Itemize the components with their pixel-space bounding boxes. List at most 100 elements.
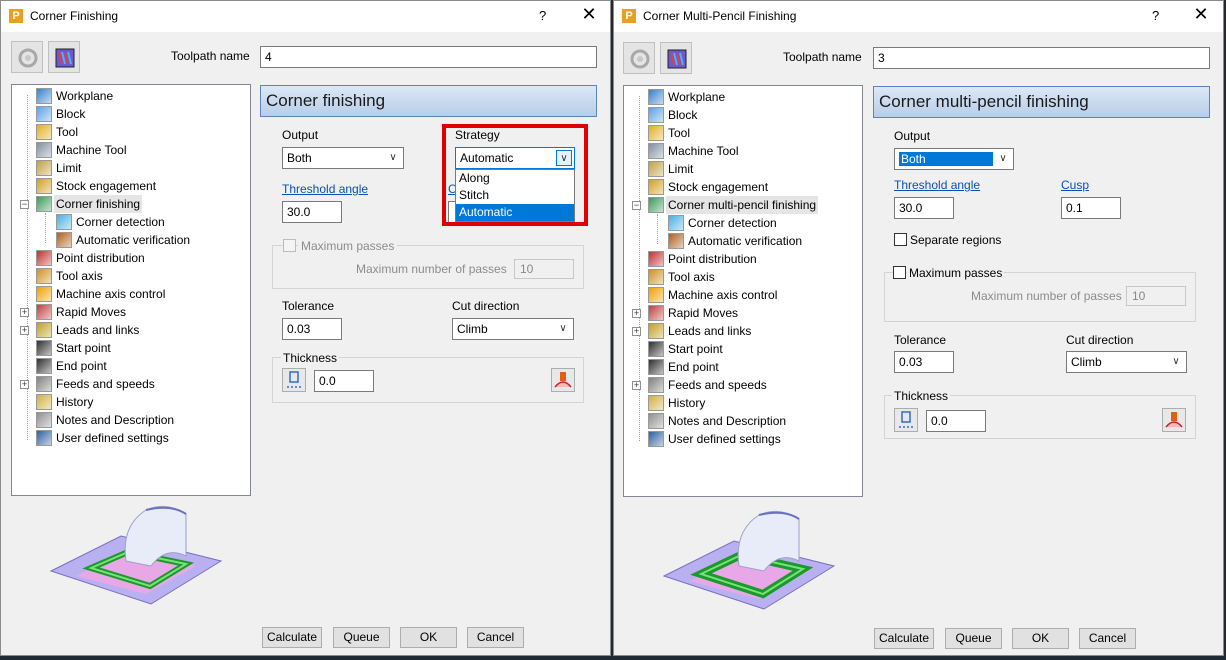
tree-item-start-point[interactable]: Start point [54,339,113,357]
threshold-angle-input[interactable]: 30.0 [894,197,954,219]
calculate-button[interactable]: Calculate [262,627,322,648]
tree-item-corner-detection[interactable]: Corner detection [74,213,167,231]
maximum-passes-checkbox[interactable] [893,266,906,279]
cusp-input[interactable]: 0.1 [1061,197,1121,219]
machine-tool-icon [36,142,52,158]
tree-item-user-settings[interactable]: User defined settings [54,429,171,447]
tree-item-notes[interactable]: Notes and Description [54,411,176,429]
tree-item-tool-axis[interactable]: Tool axis [666,268,717,286]
thickness-input[interactable]: 0.0 [926,410,986,432]
tree-item-feeds-speeds[interactable]: Feeds and speeds [54,375,157,393]
tree-item-feeds-speeds[interactable]: Feeds and speeds [666,376,769,394]
queue-button[interactable]: Queue [333,627,390,648]
feeds-speeds-icon [36,376,52,392]
threshold-angle-input[interactable]: 30.0 [282,201,342,223]
toolpath-preview-button[interactable] [48,41,80,73]
tree-expander-icon[interactable]: + [632,327,641,336]
cancel-button[interactable]: Cancel [467,627,524,648]
maximum-passes-checkbox[interactable] [283,239,296,252]
tree-item-corner-finishing[interactable]: Corner finishing [54,195,143,213]
tree-item-notes[interactable]: Notes and Description [666,412,788,430]
tree-item-machine-axis[interactable]: Machine axis control [54,285,167,303]
cut-direction-select[interactable]: Climb ∨ [1066,351,1187,373]
toolpath-name-input[interactable]: 4 [260,46,597,68]
ok-button[interactable]: OK [400,627,457,648]
help-button[interactable]: ? [539,8,546,23]
output-select[interactable]: Both ∨ [894,148,1014,170]
toolpath-strategy-button[interactable] [11,41,43,73]
thickness-label: Thickness [892,389,951,403]
rapid-moves-icon [36,304,52,320]
thickness-input[interactable]: 0.0 [314,370,374,392]
close-button[interactable]: ✕ [1190,4,1212,25]
tolerance-input[interactable]: 0.03 [894,351,954,373]
ok-button[interactable]: OK [1012,628,1069,649]
max-number-passes-label: Maximum number of passes [356,262,507,276]
tree-item-point-distribution[interactable]: Point distribution [666,250,759,268]
tree-item-user-settings[interactable]: User defined settings [666,430,783,448]
machine-axis-icon [36,286,52,302]
tree-item-tool[interactable]: Tool [54,123,80,141]
max-number-passes-input[interactable]: 10 [1126,286,1186,306]
tree-expander-icon[interactable]: + [632,381,641,390]
calculate-button[interactable]: Calculate [874,628,934,649]
tree-item-verification[interactable]: Automatic verification [686,232,804,250]
component-thickness-button[interactable] [551,368,575,392]
tree-item-leads-links[interactable]: Leads and links [54,321,141,339]
tree-item-block[interactable]: Block [54,105,87,123]
tree-item-machine-axis[interactable]: Machine axis control [666,286,779,304]
tree-item-corner-detection[interactable]: Corner detection [686,214,779,232]
toolpath-preview-button[interactable] [660,42,692,74]
cusp-link[interactable]: Cusp [1061,178,1089,192]
tree-item-stock-engagement[interactable]: Stock engagement [54,177,158,195]
component-thickness-button[interactable] [1162,408,1186,432]
tree-item-machine-tool[interactable]: Machine Tool [666,142,741,160]
tree-item-point-distribution[interactable]: Point distribution [54,249,147,267]
corner-finishing-dialog: P Corner Finishing ? ✕ Toolpath name 4 W… [0,0,611,656]
tree-expander-icon[interactable]: + [20,308,29,317]
tree-item-verification[interactable]: Automatic verification [74,231,192,249]
threshold-angle-link[interactable]: Threshold angle [282,182,368,196]
tree-item-end-point[interactable]: End point [666,358,721,376]
tree-expander-icon[interactable]: − [20,200,29,209]
tree-item-leads-links[interactable]: Leads and links [666,322,753,340]
section-header: Corner finishing [260,85,597,117]
tree-item-rapid-moves[interactable]: Rapid Moves [54,303,128,321]
tree-item-start-point[interactable]: Start point [666,340,725,358]
tree-expander-icon[interactable]: − [632,201,641,210]
separate-regions-checkbox[interactable] [894,233,907,246]
cut-direction-select[interactable]: Climb ∨ [452,318,574,340]
tree-item-history[interactable]: History [666,394,707,412]
tolerance-input[interactable]: 0.03 [282,318,342,340]
tree-expander-icon[interactable]: + [20,380,29,389]
close-button[interactable]: ✕ [578,4,600,25]
tree-item-limit[interactable]: Limit [666,160,695,178]
thickness-tool-button[interactable] [894,408,918,432]
corner-finishing-preview-image [49,505,223,605]
tree-item-history[interactable]: History [54,393,95,411]
tree-expander-icon[interactable]: + [20,326,29,335]
tree-item-corner-finishing[interactable]: Corner multi-pencil finishing [666,196,819,214]
tree-item-limit[interactable]: Limit [54,159,83,177]
cancel-button[interactable]: Cancel [1079,628,1136,649]
tree-item-end-point[interactable]: End point [54,357,109,375]
corner-finishing-icon [648,197,664,213]
toolpath-strategy-button[interactable] [623,42,655,74]
tree-expander-icon[interactable]: + [632,309,641,318]
tree-item-rapid-moves[interactable]: Rapid Moves [666,304,740,322]
tree-item-workplane[interactable]: Workplane [666,88,727,106]
tree-item-block[interactable]: Block [666,106,699,124]
toolpath-name-input[interactable]: 3 [873,47,1210,69]
user-settings-icon [648,431,664,447]
max-number-passes-input[interactable]: 10 [514,259,574,279]
tree-item-tool[interactable]: Tool [666,124,692,142]
threshold-angle-link[interactable]: Threshold angle [894,178,980,192]
tree-item-stock-engagement[interactable]: Stock engagement [666,178,770,196]
output-select[interactable]: Both ∨ [282,147,404,169]
queue-button[interactable]: Queue [945,628,1002,649]
thickness-tool-button[interactable] [282,368,306,392]
help-button[interactable]: ? [1152,8,1159,23]
tree-item-machine-tool[interactable]: Machine Tool [54,141,129,159]
tree-item-workplane[interactable]: Workplane [54,87,115,105]
tree-item-tool-axis[interactable]: Tool axis [54,267,105,285]
